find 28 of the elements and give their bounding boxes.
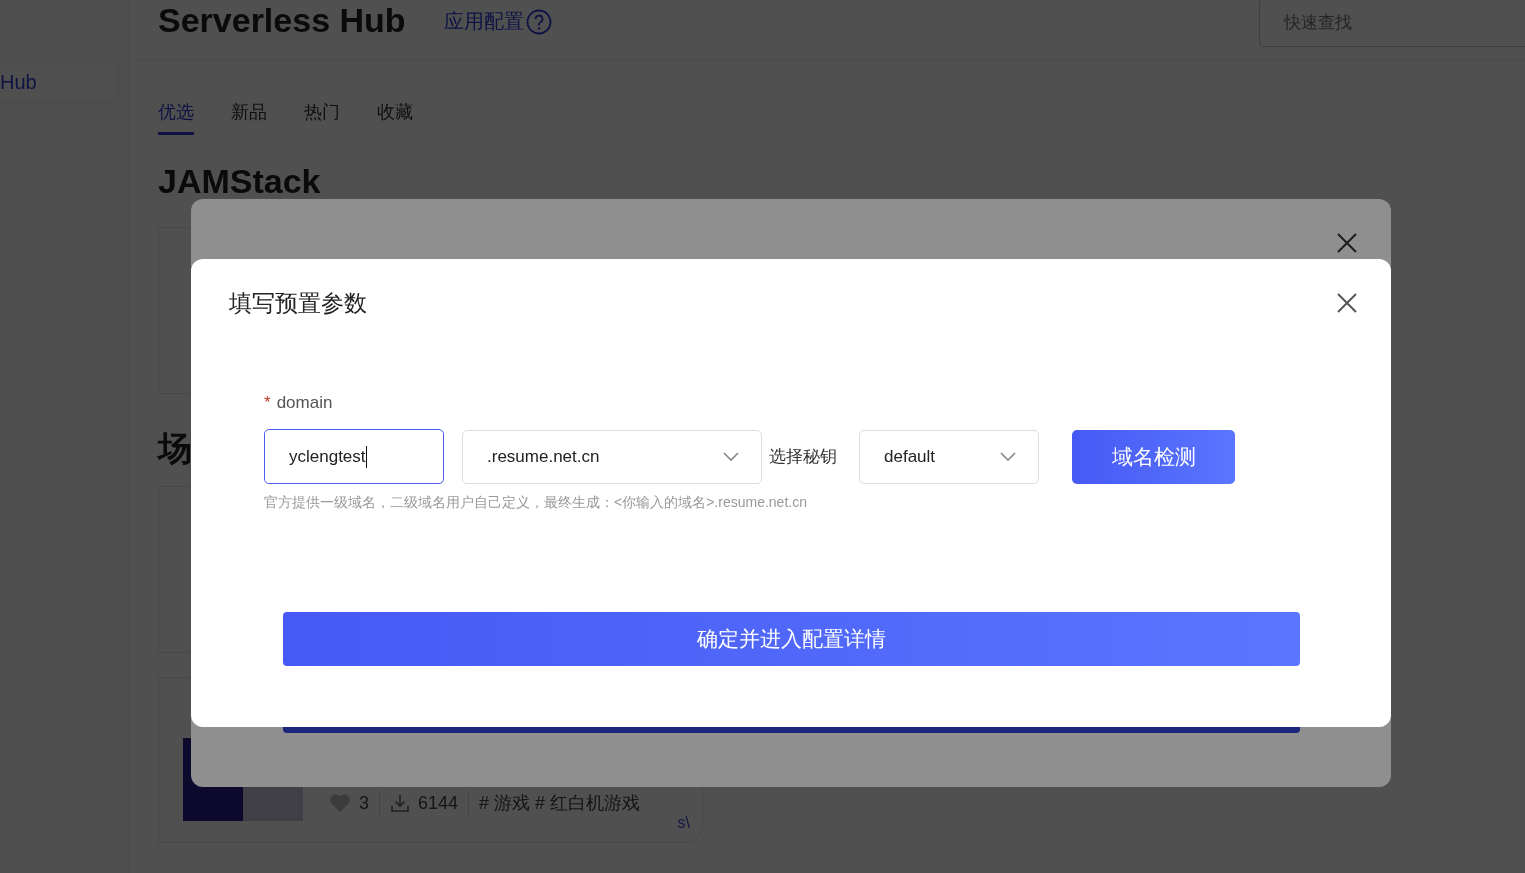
config-link[interactable]: 应用配置 [443, 8, 524, 35]
tab[interactable]: 收藏 [377, 100, 413, 135]
domain-suffix-select[interactable]: .resume.net.cn [462, 429, 762, 484]
like-count: 3 [359, 792, 369, 814]
close-icon[interactable] [1337, 233, 1357, 253]
domain-input[interactable]: yclengtest [264, 429, 444, 484]
key-label: 选择秘钥 [769, 446, 837, 468]
dialog-title: 填写预置参数 [229, 289, 367, 318]
tab[interactable]: 新品 [231, 100, 267, 135]
logo-text: s\ [677, 814, 690, 832]
section-title: JAMStack [158, 161, 321, 201]
section-title: 场 [158, 428, 192, 468]
help-icon[interactable] [525, 8, 552, 35]
page-title: Serverless Hub [158, 1, 406, 40]
field-label: domain [276, 393, 333, 413]
chevron-down-icon [1000, 451, 1016, 462]
hint-text: 官方提供一级域名，二级域名用户自己定义，最终生成：<你输入的域名>.resume.net.cn [264, 494, 808, 512]
key-select[interactable]: default [859, 429, 1039, 484]
check-domain-button[interactable]: 域名检测 [1072, 429, 1235, 484]
chevron-down-icon [723, 451, 739, 462]
download-count: 6144 [418, 792, 459, 814]
tag-list: # 游戏 # 红白机游戏 [479, 791, 641, 815]
required-mark: * [264, 393, 271, 413]
close-icon[interactable] [1337, 293, 1357, 313]
confirm-button[interactable]: 确定并进入配置详情 [283, 612, 1300, 666]
tab[interactable]: 热门 [304, 100, 340, 135]
tab[interactable]: 优选 [158, 100, 194, 135]
download-icon[interactable] [390, 793, 410, 813]
